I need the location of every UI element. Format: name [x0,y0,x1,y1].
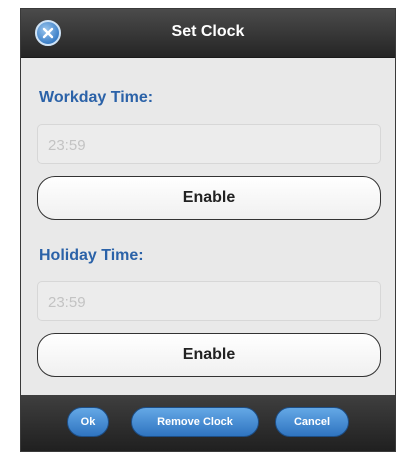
dialog-title: Set Clock [171,23,245,40]
workday-time-label: Workday Time: [39,89,154,106]
cancel-button[interactable]: Cancel [275,407,349,437]
holiday-enable-button[interactable]: Enable [37,333,381,377]
dialog-titlebar: Set Clock [21,9,395,58]
ok-button[interactable]: Ok [67,407,109,437]
dialog-footer: Ok Remove Clock Cancel [21,395,395,451]
holiday-time-label: Holiday Time: [39,247,144,264]
workday-enable-button[interactable]: Enable [37,176,381,220]
remove-clock-button[interactable]: Remove Clock [131,407,259,437]
workday-time-input[interactable]: 23:59 [37,124,381,164]
screen: Set Clock Workday Time: 23:59 Enable Hol… [0,0,400,454]
set-clock-dialog: Set Clock Workday Time: 23:59 Enable Hol… [20,8,396,452]
holiday-time-input[interactable]: 23:59 [37,281,381,321]
